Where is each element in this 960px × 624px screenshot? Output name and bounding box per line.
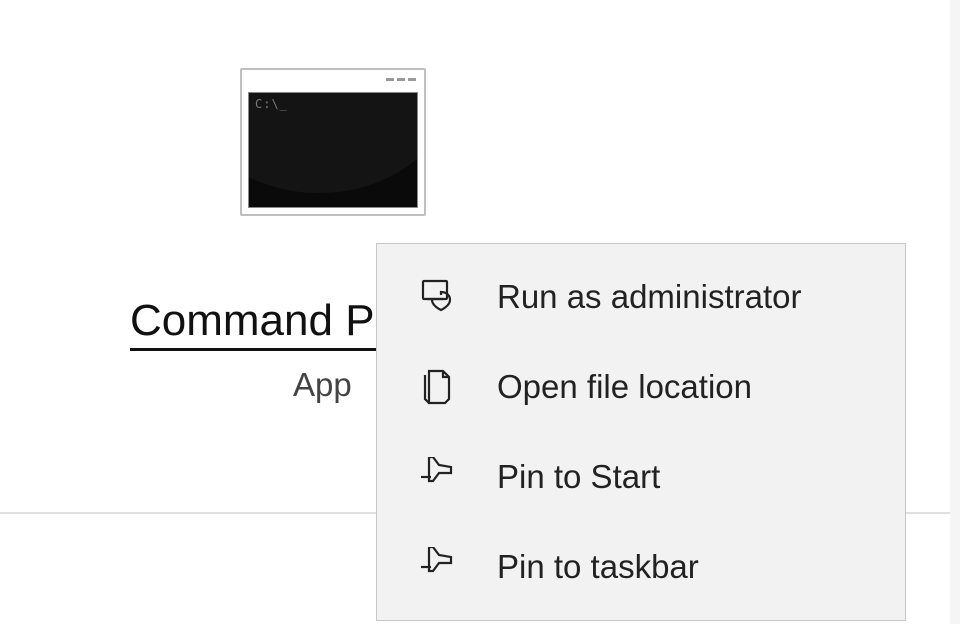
menu-item-label: Run as administrator (497, 278, 801, 316)
pin-icon (413, 543, 461, 591)
menu-item-pin-to-start[interactable]: Pin to Start (377, 432, 905, 522)
pin-icon (413, 453, 461, 501)
search-result-panel: C:\_ Command Prompt App Run as administr… (0, 0, 960, 624)
run-as-admin-icon (413, 273, 461, 321)
open-file-location-icon (413, 363, 461, 411)
app-icon-terminal-screen: C:\_ (248, 92, 418, 208)
menu-item-label: Pin to Start (497, 458, 660, 496)
menu-item-pin-to-taskbar[interactable]: Pin to taskbar (377, 522, 905, 612)
app-icon-window-controls (386, 78, 416, 82)
app-icon-titlebar (248, 76, 418, 92)
menu-item-label: Pin to taskbar (497, 548, 699, 586)
command-prompt-app-icon: C:\_ (240, 68, 426, 216)
context-menu: Run as administrator Open file location … (376, 243, 906, 621)
app-type-label: App (293, 366, 352, 404)
right-edge-strip (950, 0, 960, 624)
menu-item-open-file-location[interactable]: Open file location (377, 342, 905, 432)
menu-item-label: Open file location (497, 368, 752, 406)
menu-item-run-as-administrator[interactable]: Run as administrator (377, 252, 905, 342)
